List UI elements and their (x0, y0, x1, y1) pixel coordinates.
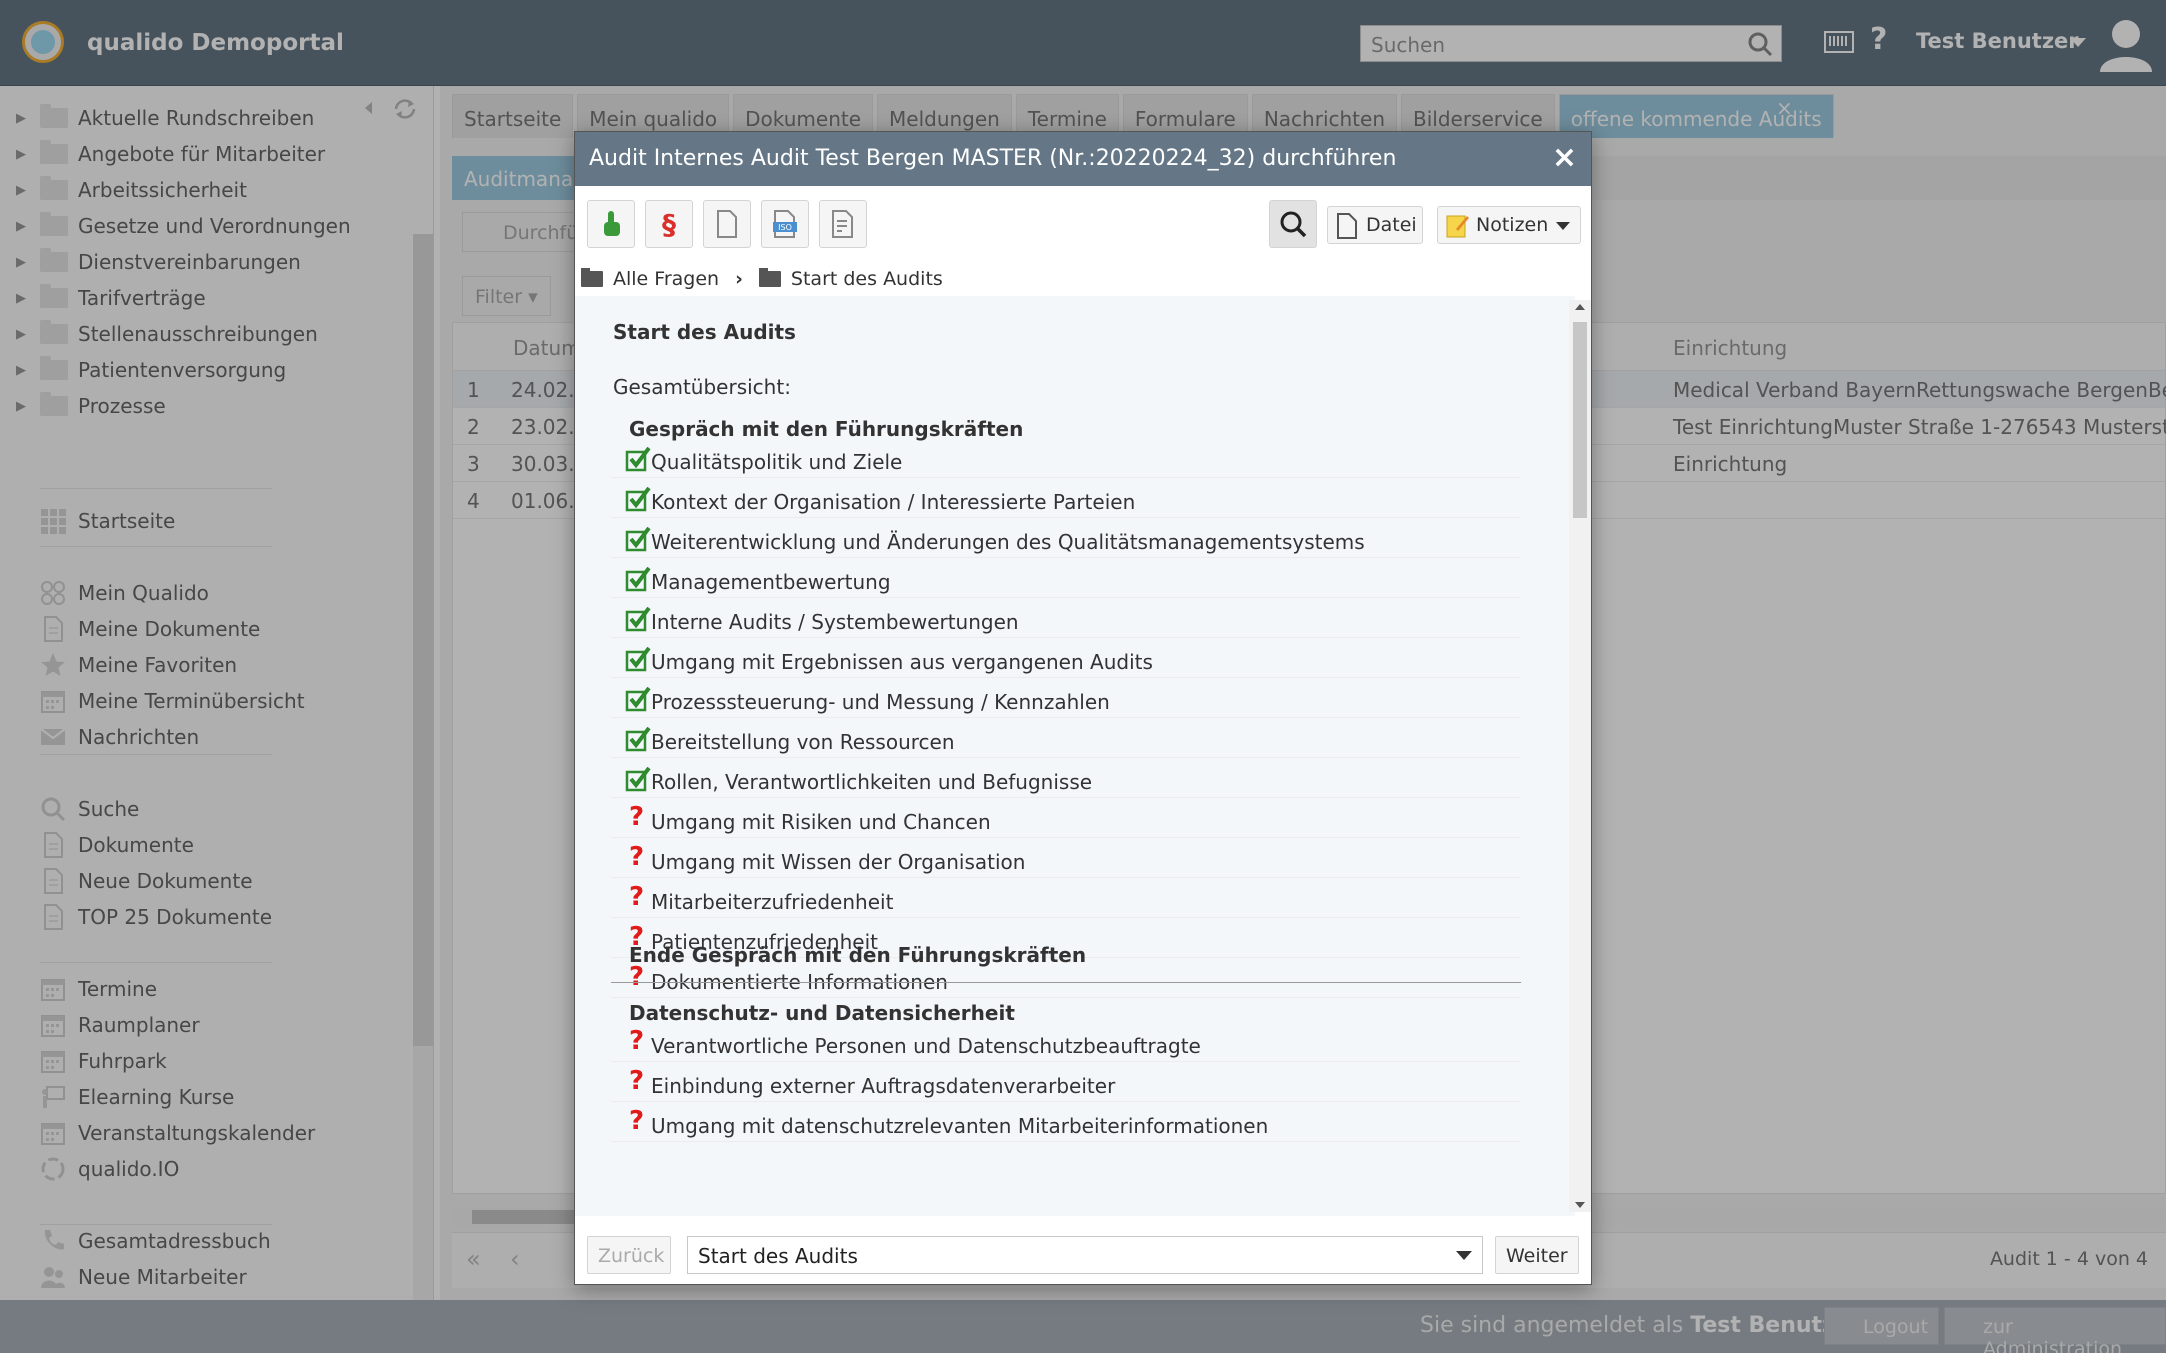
folder-icon (581, 268, 603, 287)
paragraph-button[interactable]: § (645, 200, 693, 248)
dialog-title: Audit Internes Audit Test Bergen MASTER … (575, 132, 1591, 186)
question-label: Prozesssteuerung- und Messung / Kennzahl… (651, 690, 1110, 714)
breadcrumb-item-current[interactable]: Start des Audits (791, 268, 943, 290)
checkbox-checked-icon (625, 446, 651, 472)
notizen-button[interactable]: Notizen (1437, 206, 1581, 244)
paragraph-icon: § (662, 207, 676, 241)
breadcrumb-item-all[interactable]: Alle Fragen (613, 268, 719, 290)
folder-icon (758, 268, 781, 287)
question-label: Einbindung externer Auftragsdatenverarbe… (651, 1074, 1116, 1098)
magnifier-icon (1280, 211, 1307, 238)
section-title: Gespräch mit den Führungskräften (629, 417, 1024, 441)
notizen-label: Notizen (1476, 214, 1549, 236)
question-select[interactable]: Start des Audits (687, 1236, 1483, 1274)
question-label: Umgang mit Ergebnissen aus vergangenen A… (651, 650, 1153, 674)
question-label: Umgang mit datenschutzrelevanten Mitarbe… (651, 1114, 1269, 1138)
question-mark-icon: ? (629, 1106, 645, 1136)
section-title: Datenschutz- und Datensicherheit (629, 1001, 1015, 1025)
question-label: Qualitätspolitik und Ziele (651, 450, 903, 474)
note-icon (1446, 215, 1469, 238)
audit-dialog: Audit Internes Audit Test Bergen MASTER … (574, 131, 1592, 1285)
datei-button[interactable]: Datei (1327, 206, 1423, 244)
question-item[interactable]: ? Mitarbeiterzufriedenheit (611, 882, 1521, 918)
close-icon[interactable]: × (1552, 140, 1577, 175)
question-label: Umgang mit Risiken und Chancen (651, 810, 991, 834)
question-label: Bereitstellung von Ressourcen (651, 730, 955, 754)
question-item[interactable]: Kontext der Organisation / Interessierte… (611, 484, 1521, 518)
question-item[interactable]: Umgang mit Ergebnissen aus vergangenen A… (611, 644, 1521, 678)
question-item[interactable]: ? Umgang mit Risiken und Chancen (611, 802, 1521, 838)
section-end: Ende Gespräch mit den Führungskräften (629, 943, 1087, 967)
question-mark-icon: ? (629, 802, 645, 832)
question-mark-icon: ? (629, 1066, 645, 1096)
checklist-button[interactable] (819, 200, 867, 248)
datei-label: Datei (1366, 214, 1417, 236)
question-item[interactable]: Rollen, Verantwortlichkeiten und Befugni… (611, 764, 1521, 798)
back-label: Zurück (598, 1245, 665, 1267)
question-overview: Start des Audits Gesamtübersicht: Gesprä… (575, 296, 1575, 1216)
question-label: Rollen, Verantwortlichkeiten und Befugni… (651, 770, 1093, 794)
question-label: Umgang mit Wissen der Organisation (651, 850, 1026, 874)
question-item[interactable]: Qualitätspolitik und Ziele (611, 444, 1521, 478)
document-button[interactable] (703, 200, 751, 248)
next-button[interactable]: Weiter (1495, 1236, 1579, 1274)
scroll-up-icon[interactable] (1575, 304, 1585, 310)
checkbox-checked-icon (625, 526, 651, 552)
question-item[interactable]: Prozesssteuerung- und Messung / Kennzahl… (611, 684, 1521, 718)
question-select-value: Start des Audits (698, 1244, 858, 1268)
file-icon (1337, 213, 1357, 239)
question-label: Verantwortliche Personen und Datenschutz… (651, 1034, 1201, 1058)
question-item[interactable]: ? Dokumentierte Informationen (611, 962, 1521, 998)
overview-label: Gesamtübersicht: (613, 375, 791, 399)
search-button[interactable] (1269, 200, 1317, 248)
document-icon (717, 210, 737, 238)
breadcrumb: Alle Fragen › Start des Audits (581, 264, 943, 294)
question-mark-icon: ? (629, 1026, 645, 1056)
back-button[interactable]: Zurück (587, 1236, 671, 1274)
question-item[interactable]: ? Verantwortliche Personen und Datenschut… (611, 1026, 1521, 1062)
content-heading: Start des Audits (613, 320, 796, 344)
hand-icon (604, 211, 620, 236)
question-item[interactable]: Weiterentwicklung und Änderungen des Qua… (611, 524, 1521, 558)
chevron-down-icon (1456, 1251, 1472, 1260)
question-label: Managementbewertung (651, 570, 891, 594)
iso-button[interactable]: ISO (761, 200, 809, 248)
dialog-scroll-thumb[interactable] (1573, 322, 1587, 518)
question-label: Mitarbeiterzufriedenheit (651, 890, 894, 914)
question-item[interactable]: Interne Audits / Systembewertungen (611, 604, 1521, 638)
checkbox-checked-icon (625, 766, 651, 792)
question-item[interactable]: ? Umgang mit Wissen der Organisation (611, 842, 1521, 878)
checkbox-checked-icon (625, 646, 651, 672)
section-divider (611, 982, 1521, 983)
question-label: Kontext der Organisation / Interessierte… (651, 490, 1136, 514)
hand-pointer-button[interactable] (587, 200, 635, 248)
question-item[interactable]: Bereitstellung von Ressourcen (611, 724, 1521, 758)
next-label: Weiter (1506, 1245, 1568, 1267)
question-label: Weiterentwicklung und Änderungen des Qua… (651, 530, 1365, 554)
checkbox-checked-icon (625, 686, 651, 712)
checkbox-checked-icon (625, 726, 651, 752)
checkbox-checked-icon (625, 606, 651, 632)
chevron-down-icon (1556, 222, 1570, 230)
scroll-down-icon[interactable] (1575, 1202, 1585, 1208)
chevron-right-icon: › (735, 268, 743, 290)
checkbox-checked-icon (625, 486, 651, 512)
question-mark-icon: ? (629, 842, 645, 872)
iso-icon: ISO (773, 210, 797, 238)
question-item[interactable]: ? Umgang mit datenschutzrelevanten Mitarb… (611, 1106, 1521, 1142)
question-label: Interne Audits / Systembewertungen (651, 610, 1019, 634)
question-item[interactable]: Managementbewertung (611, 564, 1521, 598)
app-root: qualido Demoportal Suchen ? Test Benutze… (0, 0, 2166, 1353)
dialog-scrollbar[interactable] (1569, 300, 1591, 1212)
svg-text:ISO: ISO (778, 223, 792, 232)
question-mark-icon: ? (629, 882, 645, 912)
checkbox-checked-icon (625, 566, 651, 592)
question-item[interactable]: ? Einbindung externer Auftragsdatenverarb… (611, 1066, 1521, 1102)
dialog-title-text: Audit Internes Audit Test Bergen MASTER … (589, 146, 1397, 171)
checklist-icon (832, 210, 853, 238)
